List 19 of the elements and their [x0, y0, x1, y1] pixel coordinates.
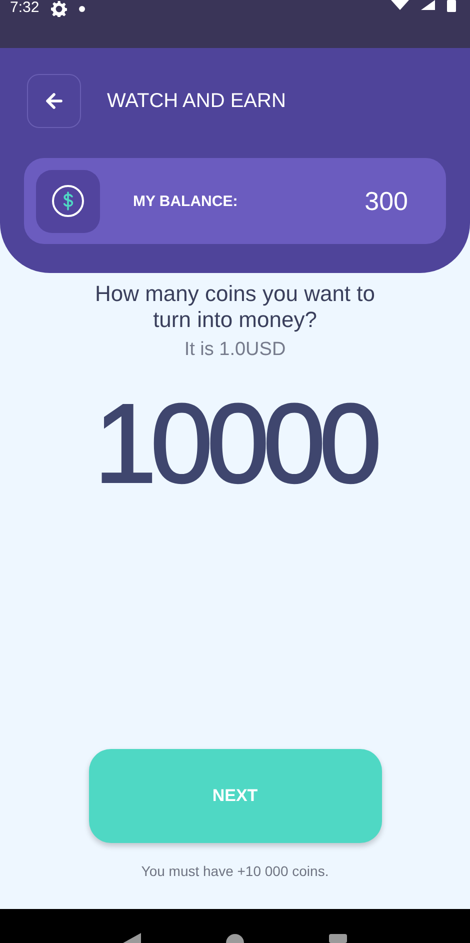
signal-icon [421, 0, 435, 10]
clock-time: 7:32 [10, 0, 40, 15]
hint-text: You must have +10 000 coins. [141, 863, 329, 879]
back-triangle-icon[interactable] [122, 933, 141, 943]
wifi-icon [391, 0, 409, 10]
gear-icon [51, 1, 68, 17]
coin-amount: 10000 [94, 380, 376, 508]
notification-dot-icon [79, 6, 86, 12]
next-button[interactable]: NEXT [88, 749, 382, 843]
back-arrow-icon [44, 91, 64, 111]
balance-value: 300 [364, 186, 408, 216]
conversion-text: It is 1.0USD [184, 339, 286, 361]
page-title: WATCH AND EARN [107, 90, 286, 112]
question-text: How many coins you want to turn into money? [94, 281, 376, 333]
dollar-coin-icon [51, 184, 85, 218]
back-button[interactable] [27, 74, 81, 128]
recents-square-icon[interactable] [329, 933, 348, 943]
balance-label: MY BALANCE: [133, 192, 239, 210]
battery-icon [447, 0, 456, 12]
